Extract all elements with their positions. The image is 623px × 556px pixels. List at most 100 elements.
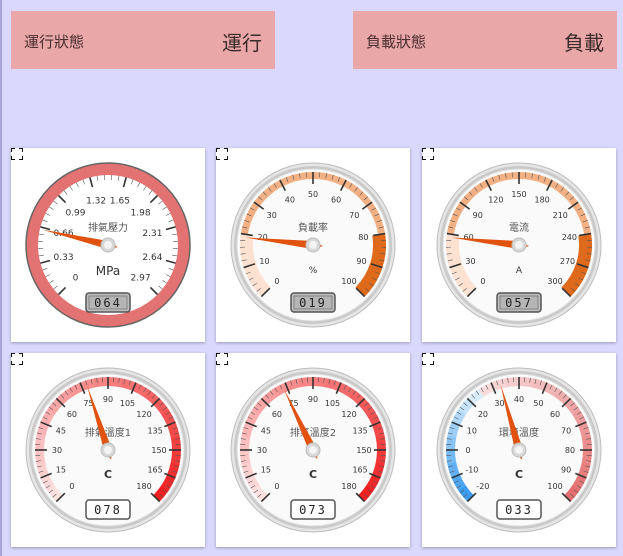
tick-label: 150 bbox=[356, 446, 371, 455]
gauge-unit: C bbox=[104, 468, 112, 481]
tick-label: 10 bbox=[259, 257, 269, 266]
tick-label: 60 bbox=[67, 410, 77, 419]
tick-label: 1.65 bbox=[110, 197, 130, 207]
tick-label: 135 bbox=[352, 426, 367, 435]
gauge-title: 排氣壓力 bbox=[88, 221, 128, 234]
load-status-value: 負載 bbox=[564, 31, 604, 55]
tick-label: 70 bbox=[349, 211, 359, 220]
gauge-card-6: -20 -10 0 10 20 30 40 50 60 70 80 90 100 環境溫度 C 033 bbox=[422, 353, 616, 547]
tick-label: 90 bbox=[103, 395, 113, 404]
fullscreen-icon[interactable] bbox=[216, 353, 228, 365]
tick-label: 120 bbox=[341, 410, 356, 419]
lcd-value: 073 bbox=[299, 503, 327, 517]
tick-label: 0 bbox=[73, 274, 79, 284]
tick-label: 60 bbox=[272, 410, 282, 419]
gauge-title: 排氣溫度1 bbox=[85, 426, 131, 439]
fullscreen-icon[interactable] bbox=[11, 148, 23, 160]
gauge-unit: MPa bbox=[96, 264, 120, 278]
tick-label: 90 bbox=[561, 466, 571, 475]
tick-label: 20 bbox=[478, 410, 488, 419]
run-status-panel: 運行狀態 運行 bbox=[11, 11, 275, 69]
tick-label: 0 bbox=[480, 277, 485, 286]
tick-label: 180 bbox=[341, 482, 356, 491]
gauge-card-5: 0 15 30 45 60 75 90 105 120 135 150 165 180 排氣溫度2 C 073 bbox=[216, 353, 410, 547]
tick-label: 50 bbox=[308, 190, 318, 199]
tick-label: 105 bbox=[325, 399, 340, 408]
tick-label: 165 bbox=[147, 466, 162, 475]
fullscreen-icon[interactable] bbox=[11, 353, 23, 365]
tick-label: 45 bbox=[261, 426, 271, 435]
tick-label: 30 bbox=[267, 211, 277, 220]
load-status-panel: 負載狀態 負載 bbox=[353, 11, 617, 69]
tick-label: 60 bbox=[331, 196, 341, 205]
gauge-1: 00.330.660.991.321.651.982.312.642.97排氣壓… bbox=[25, 162, 191, 328]
tick-label: 135 bbox=[147, 426, 162, 435]
tick-label: -20 bbox=[476, 482, 489, 491]
gauge-unit: % bbox=[309, 266, 318, 276]
gauge-unit: C bbox=[309, 468, 317, 481]
tick-label: 30 bbox=[494, 399, 504, 408]
tick-label: 105 bbox=[120, 399, 135, 408]
tick-label: 1.98 bbox=[131, 208, 151, 218]
tick-label: 60 bbox=[550, 410, 560, 419]
tick-label: 210 bbox=[553, 211, 568, 220]
tick-label: 80 bbox=[565, 446, 575, 455]
tick-label: 15 bbox=[56, 466, 66, 475]
tick-label: 0.33 bbox=[54, 253, 74, 263]
tick-label: 240 bbox=[562, 233, 577, 242]
tick-label: 90 bbox=[473, 211, 483, 220]
tick-label: 80 bbox=[358, 233, 368, 242]
fullscreen-icon[interactable] bbox=[422, 148, 434, 160]
gauge-6: -20 -10 0 1020 30 40 50 6070 80 90 100 環境溫度 C 033 bbox=[436, 367, 602, 533]
tick-label: 30 bbox=[257, 446, 267, 455]
gauge-unit: A bbox=[516, 266, 523, 276]
left-border bbox=[0, 0, 2, 556]
tick-label: 270 bbox=[560, 257, 575, 266]
gauge-card-2: 0 10 20 30 40 50 60 70 80 90 100 負載率% 019 bbox=[216, 148, 410, 342]
tick-label: 30 bbox=[465, 257, 475, 266]
tick-label: 0 bbox=[69, 482, 74, 491]
tick-label: 1.32 bbox=[86, 197, 106, 207]
gauge-card-3: 0 30 60 90 120 150 180 210 240 270 300 電流 A 057 bbox=[422, 148, 616, 342]
tick-label: 150 bbox=[511, 190, 526, 199]
tick-label: -10 bbox=[465, 466, 478, 475]
load-status-label: 負載狀態 bbox=[366, 33, 427, 51]
tick-label: 180 bbox=[136, 482, 151, 491]
run-status-value: 運行 bbox=[222, 31, 262, 55]
tick-label: 100 bbox=[341, 277, 356, 286]
tick-label: 0.99 bbox=[65, 208, 85, 218]
tick-label: 90 bbox=[356, 257, 366, 266]
tick-label: 45 bbox=[56, 426, 66, 435]
tick-label: 40 bbox=[514, 395, 524, 404]
tick-label: 300 bbox=[547, 277, 562, 286]
tick-label: 40 bbox=[285, 196, 295, 205]
tick-label: 15 bbox=[261, 466, 271, 475]
tick-label: 0 bbox=[274, 277, 279, 286]
tick-label: 70 bbox=[561, 426, 571, 435]
tick-label: 50 bbox=[533, 399, 543, 408]
tick-label: 30 bbox=[52, 446, 62, 455]
tick-label: 150 bbox=[151, 446, 166, 455]
tick-label: 180 bbox=[535, 196, 550, 205]
tick-label: 100 bbox=[547, 482, 562, 491]
gauge-title: 電流 bbox=[509, 221, 529, 234]
gauge-card-1: 00.330.660.991.321.651.982.312.642.97排氣壓… bbox=[11, 148, 205, 342]
tick-label: 90 bbox=[308, 395, 318, 404]
run-status-label: 運行狀態 bbox=[24, 33, 85, 51]
gauge-title: 排氣溫度2 bbox=[290, 426, 336, 439]
fullscreen-icon[interactable] bbox=[422, 353, 434, 365]
gauge-title: 負載率 bbox=[298, 221, 328, 234]
lcd-value: 078 bbox=[94, 503, 122, 517]
fullscreen-icon[interactable] bbox=[216, 148, 228, 160]
lcd-value: 064 bbox=[94, 296, 122, 310]
gauge-unit: C bbox=[515, 468, 523, 481]
gauge-4: 01530456075 90 105120135150165180排氣溫度1C078 bbox=[25, 367, 191, 533]
gauge-card-4: 0 15 30 45 60 75 90 105 120 135 150 165 180 排氣溫度1 C 078 bbox=[11, 353, 205, 547]
gauge-title: 環境溫度 bbox=[499, 426, 539, 439]
gauge-5: 01530456075 90 105120135150165180排氣溫度2C073 bbox=[230, 367, 396, 533]
tick-label: 165 bbox=[352, 466, 367, 475]
gauge-2: 0102030405060708090100負載率%019 bbox=[230, 162, 396, 328]
lcd-value: 033 bbox=[505, 503, 533, 517]
tick-label: 2.31 bbox=[142, 229, 162, 239]
lcd-value: 057 bbox=[505, 296, 533, 310]
